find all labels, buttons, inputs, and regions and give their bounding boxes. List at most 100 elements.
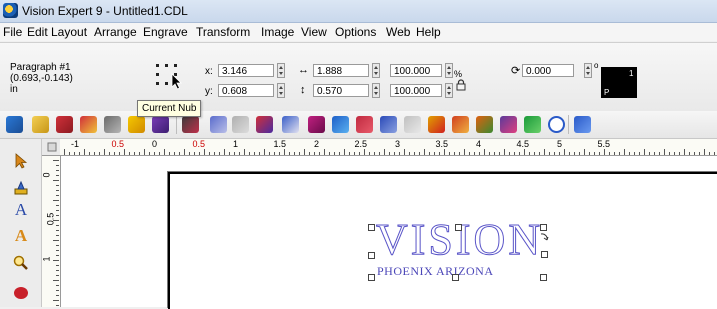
x-position-field[interactable]: 3.146 <box>218 64 274 77</box>
menu-edit[interactable]: Edit <box>27 25 48 39</box>
color-palette-icon[interactable] <box>500 116 517 133</box>
menu-engrave[interactable]: Engrave <box>143 25 188 39</box>
selection-handle[interactable] <box>368 224 375 231</box>
height-field[interactable]: 0.570 <box>313 84 369 97</box>
text-tool-icon[interactable]: A <box>12 201 30 219</box>
image-icon[interactable] <box>332 116 349 133</box>
erase-icon[interactable] <box>152 116 169 133</box>
ruler-v-tick <box>53 200 59 201</box>
redo-icon[interactable] <box>232 116 249 133</box>
canvas-text-subtitle[interactable]: PHOENIX ARIZONA <box>377 264 494 279</box>
ruler-h-tick <box>439 152 440 155</box>
nub-bottom-center[interactable] <box>165 82 168 85</box>
ruler-h-tick <box>309 152 310 155</box>
ruler-h-tick <box>494 152 495 155</box>
scale-y-field[interactable]: 100.000 <box>390 84 442 97</box>
ruler-h-tick <box>279 152 280 155</box>
ruler-h-tick <box>244 149 245 155</box>
barcode-icon[interactable] <box>524 116 541 133</box>
nub-top-right[interactable] <box>174 64 177 67</box>
ruler-h-tick <box>74 152 75 155</box>
layout-icon[interactable] <box>308 116 325 133</box>
nub-bottom-left[interactable] <box>156 82 159 85</box>
cut-icon[interactable] <box>104 116 121 133</box>
artistic-text-icon[interactable]: A <box>12 227 30 245</box>
ruler-h-tick <box>344 149 345 155</box>
node-tool-icon[interactable] <box>12 179 30 197</box>
selection-handle[interactable] <box>540 274 547 281</box>
text-tool-icon[interactable] <box>574 116 591 133</box>
menu-view[interactable]: View <box>301 25 327 39</box>
frame-icon[interactable] <box>356 116 373 133</box>
open-folder-icon[interactable] <box>32 116 49 133</box>
menu-transform[interactable]: Transform <box>196 25 250 39</box>
scale-y-spinner[interactable] <box>445 83 453 98</box>
menu-help[interactable]: Help <box>416 25 441 39</box>
width-arrow-icon: ↔ <box>298 64 309 76</box>
rotation-handle-icon[interactable] <box>538 232 550 246</box>
menu-layout[interactable]: Layout <box>51 25 87 39</box>
ruler-h-tick <box>354 152 355 155</box>
y-position-spinner[interactable] <box>277 83 285 98</box>
ruler-h-tick <box>84 149 85 155</box>
ruler-h-tick <box>189 152 190 155</box>
ruler-v-tick <box>56 165 59 166</box>
menu-arrange[interactable]: Arrange <box>94 25 137 39</box>
ruler-h-tick <box>709 152 710 155</box>
fill-icon[interactable] <box>452 116 469 133</box>
new-file-icon[interactable] <box>6 116 23 133</box>
menu-image[interactable]: Image <box>261 25 294 39</box>
select-arrow-icon[interactable] <box>12 152 30 170</box>
selection-handle[interactable] <box>455 224 462 231</box>
ruler-v-tick <box>56 175 59 176</box>
zoom-icon[interactable] <box>12 254 30 272</box>
engrave-icon[interactable] <box>182 116 199 133</box>
selection-handle[interactable] <box>452 274 459 281</box>
ruler-h-label: 0.5 <box>111 139 125 149</box>
rotation-field[interactable]: 0.000 <box>522 64 574 77</box>
undo-icon[interactable] <box>210 116 227 133</box>
y-position-field[interactable]: 0.608 <box>218 84 274 97</box>
print-icon[interactable] <box>80 116 97 133</box>
nest-icon[interactable] <box>428 116 445 133</box>
ruler-h-label: 0 <box>152 139 158 149</box>
rotation-spinner[interactable] <box>584 63 592 78</box>
ruler-corner[interactable] <box>42 139 61 156</box>
save-icon[interactable] <box>56 116 73 133</box>
x-position-spinner[interactable] <box>277 63 285 78</box>
nub-middle-left[interactable] <box>156 73 159 76</box>
vertical-ruler[interactable]: 0 0.5 1 <box>42 156 61 307</box>
ruler-v-tick <box>56 290 59 291</box>
ruler-h-tick <box>239 152 240 155</box>
table-icon[interactable] <box>380 116 397 133</box>
scale-x-field[interactable]: 100.000 <box>390 64 442 77</box>
lock-aspect-icon[interactable] <box>456 79 466 91</box>
width-field[interactable]: 1.888 <box>313 64 369 77</box>
ruler-h-tick <box>394 152 395 155</box>
weld-icon[interactable] <box>282 116 299 133</box>
selection-handle[interactable] <box>368 252 375 259</box>
height-spinner[interactable] <box>372 83 380 98</box>
menu-file[interactable]: File <box>3 25 22 39</box>
node-edit-icon[interactable] <box>256 116 273 133</box>
ruler-h-tick <box>119 152 120 155</box>
outline-icon[interactable] <box>476 116 493 133</box>
ruler-h-label: -1 <box>71 139 80 149</box>
selection-handle[interactable] <box>368 274 375 281</box>
paste-icon[interactable] <box>128 116 145 133</box>
menu-options[interactable]: Options <box>335 25 376 39</box>
nub-top-left[interactable] <box>156 64 159 67</box>
selection-handle[interactable] <box>540 224 547 231</box>
ruler-v-tick <box>56 305 59 306</box>
horizontal-ruler[interactable]: -1 0.5 0 0.5 1 1.5 2 2.5 3 3.5 4 4.5 5 5.5 <box>60 139 717 156</box>
nub-top-center[interactable] <box>165 64 168 67</box>
selection-handle[interactable] <box>541 251 548 258</box>
circle-shape-icon[interactable] <box>548 116 565 133</box>
width-spinner[interactable] <box>372 63 380 78</box>
title-bar: Vision Expert 9 - Untitled1.CDL <box>0 0 717 23</box>
ruler-h-tick <box>464 149 465 155</box>
align-icon[interactable] <box>404 116 421 133</box>
scale-x-spinner[interactable] <box>445 63 453 78</box>
shape-tool-icon[interactable] <box>12 283 30 301</box>
menu-web[interactable]: Web <box>386 25 410 39</box>
